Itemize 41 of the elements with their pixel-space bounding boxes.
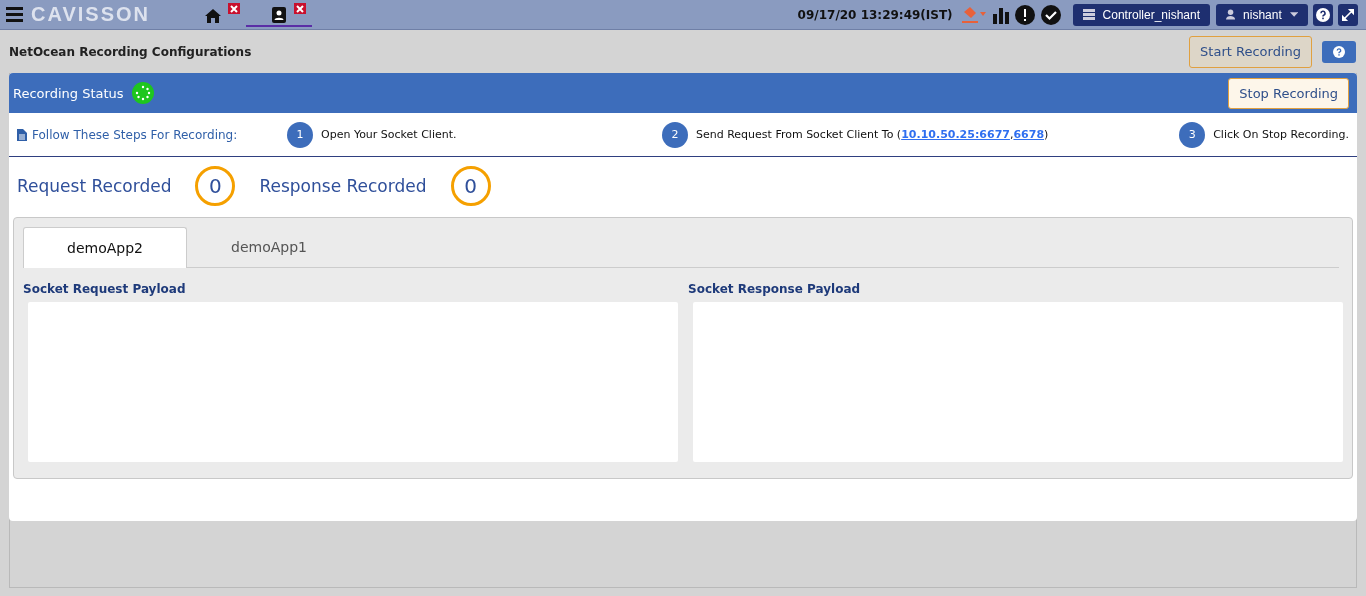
- counter-label: Response Recorded: [259, 176, 427, 196]
- payload-label: Socket Response Payload: [688, 282, 862, 296]
- steps-heading: Follow These Steps For Recording:: [32, 127, 239, 142]
- step-number: 2: [662, 121, 688, 148]
- close-icon[interactable]: [294, 3, 306, 14]
- stop-recording-button[interactable]: Stop Recording: [1228, 77, 1349, 109]
- address-link[interactable]: 6678: [1013, 128, 1045, 141]
- controller-button[interactable]: Controller_nishant: [1072, 3, 1210, 26]
- step-text: Click On Stop Recording.: [1213, 128, 1349, 141]
- user-menu-button[interactable]: nishant: [1216, 3, 1308, 26]
- start-recording-button[interactable]: Start Recording: [1189, 35, 1312, 68]
- date-time: 09/17/20 13:29:49(IST): [797, 7, 953, 22]
- caret-icon: [1289, 12, 1298, 17]
- app-tab[interactable]: demoApp1: [187, 227, 351, 267]
- header-tab[interactable]: [246, 0, 312, 27]
- contact-book-icon[interactable]: [271, 7, 287, 23]
- logo: CAVISSON: [31, 3, 150, 26]
- bar-chart-icon[interactable]: [992, 5, 1009, 24]
- server-icon: [1082, 9, 1095, 20]
- counter-value: 0: [195, 166, 236, 206]
- counter-label: Request Recorded: [17, 176, 172, 196]
- payload-label: Socket Request Payload: [23, 282, 187, 296]
- check-icon[interactable]: [1040, 4, 1061, 25]
- spinner-icon: [131, 82, 154, 104]
- step-text: Open Your Socket Client.: [321, 128, 457, 141]
- fullscreen-icon[interactable]: [1338, 3, 1358, 26]
- counter-value: 0: [450, 166, 491, 206]
- menu-icon[interactable]: [6, 7, 23, 22]
- page-title: NetOcean Recording Configurations: [9, 44, 252, 59]
- home-icon[interactable]: [205, 9, 221, 23]
- document-icon: [17, 128, 27, 141]
- step-number: 1: [287, 121, 313, 148]
- step-text: Send Request From Socket Client To (10.10.50.25:6677,6678): [696, 128, 1049, 141]
- help-icon[interactable]: [1313, 3, 1333, 26]
- alert-icon[interactable]: [1014, 4, 1035, 25]
- user-icon: [1226, 9, 1236, 20]
- step-number: 3: [1179, 121, 1206, 148]
- address-link[interactable]: 10.10.50.25:6677: [901, 128, 1010, 141]
- app-tab[interactable]: demoApp2: [23, 227, 187, 268]
- close-icon[interactable]: [228, 3, 240, 14]
- status-label: Recording Status: [13, 85, 124, 101]
